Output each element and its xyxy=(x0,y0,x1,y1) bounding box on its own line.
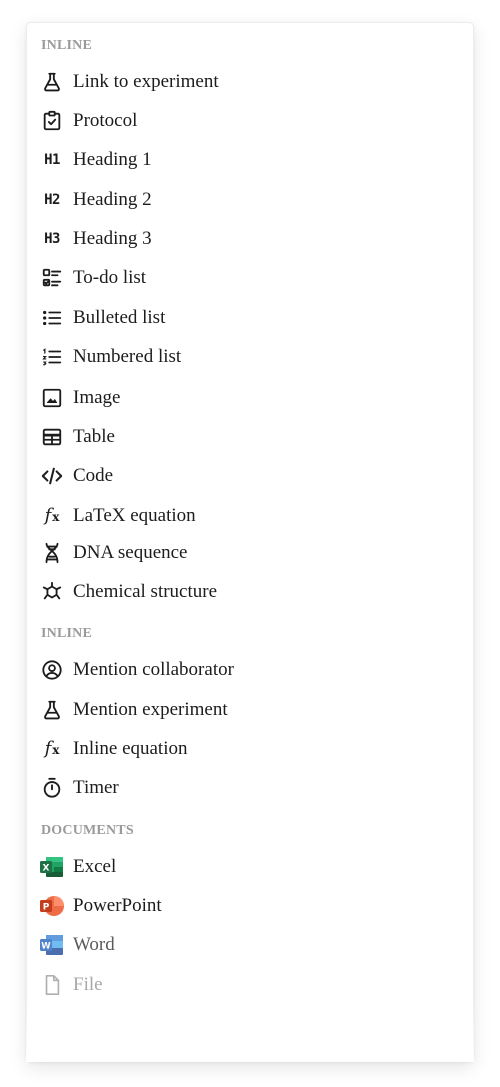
menu-item-label: Protocol xyxy=(73,110,138,131)
clipboard-check-icon xyxy=(40,109,64,133)
table-icon xyxy=(40,425,64,449)
menu-item-numbered-list[interactable]: Numbered list xyxy=(36,339,464,375)
heading-3-icon: H3 xyxy=(44,231,60,247)
menu-item-heading-2[interactable]: H2 Heading 2 xyxy=(36,182,464,218)
excel-icon: X xyxy=(40,855,64,879)
menu-item-powerpoint[interactable]: P PowerPoint xyxy=(36,888,464,924)
menu-item-label: Excel xyxy=(73,856,117,877)
menu-item-todo-list[interactable]: To-do list xyxy=(36,260,464,296)
menu-item-protocol[interactable]: Protocol xyxy=(36,103,464,139)
dna-icon xyxy=(40,541,64,565)
svg-text:X: X xyxy=(43,864,50,874)
function-icon: fx xyxy=(44,738,60,759)
menu-item-label: Heading 1 xyxy=(73,149,152,170)
menu-item-timer[interactable]: Timer xyxy=(36,770,464,806)
stopwatch-icon xyxy=(40,776,64,800)
menu-item-chemical-structure[interactable]: Chemical structure xyxy=(36,574,464,610)
word-icon: W xyxy=(40,933,64,957)
menu-item-label: Code xyxy=(73,465,114,486)
code-icon xyxy=(40,464,64,488)
menu-item-label: Heading 3 xyxy=(73,228,152,249)
molecule-icon xyxy=(40,580,64,604)
menu-item-label: Numbered list xyxy=(73,346,182,367)
menu-item-label: Mention collaborator xyxy=(73,659,234,680)
section-label-inline: INLINE xyxy=(41,626,92,641)
menu-item-heading-1[interactable]: H1 Heading 1 xyxy=(36,142,464,178)
menu-item-file[interactable]: File xyxy=(36,967,464,1003)
flask-icon xyxy=(40,698,64,722)
menu-item-label: Bulleted list xyxy=(73,307,166,328)
menu-item-table[interactable]: Table xyxy=(36,419,464,455)
menu-item-word[interactable]: W Word xyxy=(36,927,464,963)
heading-1-icon: H1 xyxy=(44,152,60,168)
menu-item-label: PowerPoint xyxy=(73,895,162,916)
file-icon xyxy=(40,973,64,997)
section-label-documents: DOCUMENTS xyxy=(41,823,134,838)
menu-item-link-to-experiment[interactable]: Link to experiment xyxy=(36,64,464,100)
menu-item-label: Table xyxy=(73,426,115,447)
menu-item-heading-3[interactable]: H3 Heading 3 xyxy=(36,221,464,257)
menu-item-mention-experiment[interactable]: Mention experiment xyxy=(36,692,464,728)
flask-icon xyxy=(40,70,64,94)
menu-item-inline-equation[interactable]: fx Inline equation xyxy=(36,731,464,767)
menu-item-label: LaTeX equation xyxy=(73,505,196,526)
svg-text:P: P xyxy=(43,903,50,913)
menu-item-bulleted-list[interactable]: Bulleted list xyxy=(36,300,464,336)
menu-item-label: File xyxy=(73,974,103,995)
numbered-list-icon xyxy=(40,345,64,369)
powerpoint-icon: P xyxy=(40,894,64,918)
svg-text:W: W xyxy=(41,942,51,952)
heading-2-icon: H2 xyxy=(44,192,60,208)
function-icon: fx xyxy=(44,505,60,526)
menu-item-label: Timer xyxy=(73,777,119,798)
menu-item-label: Word xyxy=(73,934,115,955)
menu-item-dna-sequence[interactable]: DNA sequence xyxy=(36,535,464,571)
menu-item-code[interactable]: Code xyxy=(36,458,464,494)
bulleted-list-icon xyxy=(40,306,64,330)
menu-item-image[interactable]: Image xyxy=(36,380,464,416)
image-icon xyxy=(40,386,64,410)
menu-item-label: Mention experiment xyxy=(73,699,228,720)
menu-item-label: Inline equation xyxy=(73,738,188,759)
checklist-icon xyxy=(40,266,64,290)
menu-item-label: DNA sequence xyxy=(73,542,188,563)
menu-item-mention-collaborator[interactable]: Mention collaborator xyxy=(36,652,464,688)
menu-item-excel[interactable]: X Excel xyxy=(36,849,464,885)
menu-item-label: Image xyxy=(73,387,121,408)
menu-item-label: Heading 2 xyxy=(73,189,152,210)
section-label-inline: INLINE xyxy=(41,38,92,53)
user-circle-icon xyxy=(40,658,64,682)
menu-item-label: Link to experiment xyxy=(73,71,219,92)
menu-item-label: Chemical structure xyxy=(73,581,218,602)
menu-item-latex-equation[interactable]: fx LaTeX equation xyxy=(36,498,464,534)
menu-item-label: To-do list xyxy=(73,267,147,288)
